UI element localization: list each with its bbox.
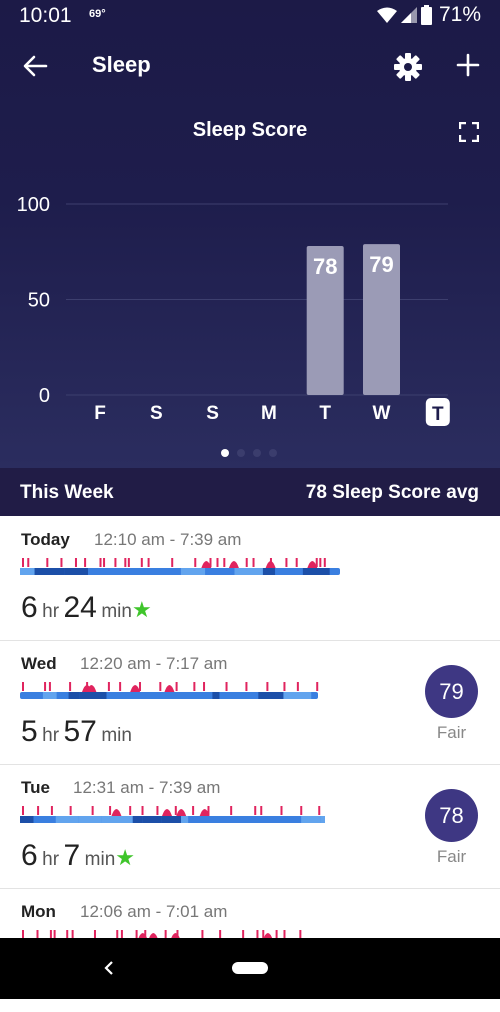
back-arrow-icon[interactable]: [22, 54, 48, 78]
entry-day: Today: [21, 530, 70, 549]
status-temperature: 69°: [89, 8, 106, 20]
entry-duration: 6 hr 7 min★: [21, 839, 135, 873]
sleep-stages-strip: [20, 558, 340, 575]
wifi-icon: [376, 7, 397, 23]
minutes-unit: min: [101, 601, 132, 622]
sleep-quality-label: Fair: [436, 723, 467, 742]
duration-minutes: 7: [63, 839, 81, 872]
app-bar: Sleep: [0, 40, 500, 92]
week-summary-bar: This Week 78 Sleep Score avg: [0, 468, 500, 516]
y-tick-label: 100: [17, 194, 50, 216]
x-tick-label: T: [432, 404, 444, 425]
hours-unit: hr: [42, 601, 60, 622]
home-pill[interactable]: [232, 962, 268, 974]
chart-title: Sleep Score: [192, 119, 308, 141]
expand-fullscreen-icon[interactable]: [459, 122, 479, 142]
sleep-score-chart: 100 50 0 F S S M 78 T 79 W T: [17, 194, 450, 426]
entry-day: Mon: [21, 902, 56, 921]
duration-minutes: 24: [63, 591, 97, 624]
bar-value-label: 78: [313, 254, 337, 279]
x-tick-label: W: [373, 403, 391, 424]
sleep-score-badge: 78: [425, 789, 478, 842]
hours-unit: hr: [42, 725, 60, 746]
battery-icon: [420, 5, 432, 25]
sleep-log-entry[interactable]: Today 12:10 am - 7:39 am 6 hr 24 min★: [0, 517, 500, 641]
page-title: Sleep: [92, 52, 151, 77]
entry-time-range: 12:10 am - 7:39 am: [94, 530, 242, 549]
minutes-unit: min: [101, 725, 132, 746]
add-plus-icon[interactable]: [456, 53, 480, 77]
system-nav-bar: [0, 938, 500, 999]
hours-unit: hr: [42, 849, 60, 870]
battery-percentage: 71%: [438, 3, 481, 26]
page-dot[interactable]: [253, 449, 261, 457]
x-tick-label: S: [150, 403, 163, 424]
duration-hours: 5: [21, 715, 38, 748]
sleep-quality-label: Fair: [436, 847, 467, 866]
x-tick-label: T: [319, 403, 331, 424]
x-tick-label: M: [261, 403, 277, 424]
week-label: This Week: [20, 482, 114, 503]
status-icons: 71%: [376, 3, 481, 27]
signal-icon: [400, 7, 417, 23]
nav-back-icon[interactable]: [104, 960, 114, 976]
settings-gear-icon[interactable]: [393, 52, 423, 82]
entry-duration: 6 hr 24 min★: [21, 591, 152, 625]
minutes-unit: min: [84, 849, 116, 870]
y-tick-label: 0: [39, 385, 50, 407]
sleep-header: 10:01 69° 71% Sleep Sleep Score 100 50 0…: [0, 0, 500, 468]
entry-day: Tue: [21, 778, 50, 797]
entry-day: Wed: [21, 654, 57, 673]
duration-minutes: 57: [63, 715, 97, 748]
page-indicator: [221, 449, 277, 457]
duration-hours: 6: [21, 839, 38, 872]
page-dot[interactable]: [269, 449, 277, 457]
sleep-log-entry[interactable]: Wed 12:20 am - 7:17 am 5 hr 57 min 79 Fa…: [0, 641, 500, 765]
sleep-log-entry[interactable]: Tue 12:31 am - 7:39 am 6 hr 7 min★ 78 Fa…: [0, 765, 500, 889]
sleep-score-badge: 79: [425, 665, 478, 718]
x-tick-label: S: [206, 403, 219, 424]
goal-star-icon: ★: [131, 597, 152, 622]
y-tick-label: 50: [28, 290, 50, 312]
duration-hours: 6: [21, 591, 38, 624]
sleep-stages-strip: [20, 682, 319, 699]
entry-time-range: 12:06 am - 7:01 am: [80, 902, 228, 921]
sleep-stages-strip: [20, 806, 325, 823]
page-dot[interactable]: [221, 449, 229, 457]
goal-star-icon: ★: [115, 845, 135, 870]
x-tick-label: F: [94, 403, 106, 424]
page-dot[interactable]: [237, 449, 245, 457]
status-time: 10:01: [19, 4, 72, 27]
entry-duration: 5 hr 57 min: [21, 715, 132, 749]
bar-value-label: 79: [369, 252, 393, 277]
entry-time-range: 12:31 am - 7:39 am: [73, 778, 221, 797]
status-bar: 10:01 69° 71%: [0, 0, 500, 34]
entry-time-range: 12:20 am - 7:17 am: [80, 654, 228, 673]
week-average: 78 Sleep Score avg: [305, 482, 479, 503]
